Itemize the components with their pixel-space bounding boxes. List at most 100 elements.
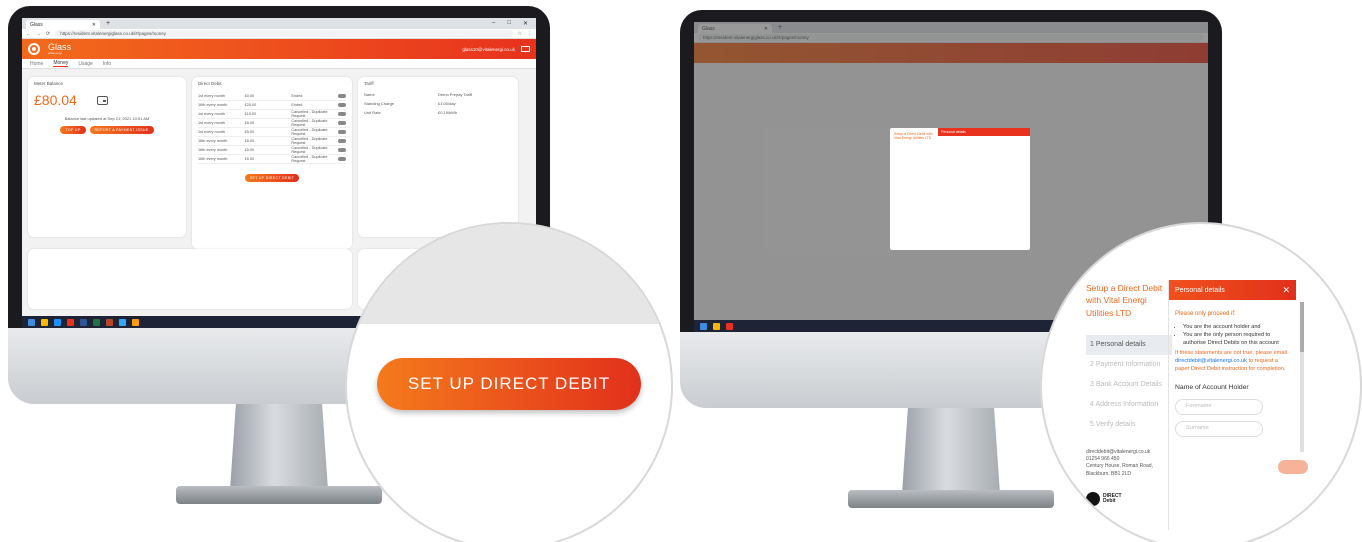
tariff-label: Standing Charge — [364, 101, 395, 106]
page-content: Meter Balance £80.04 Balance last update… — [22, 69, 536, 309]
condition-item: You are the account holder and — [1183, 324, 1290, 332]
dd-amount: £5.00 — [244, 148, 255, 152]
chrome-icon[interactable] — [67, 318, 74, 326]
brand-sub: vitalenergi — [48, 51, 62, 55]
report-payment-issue-button[interactable]: REPORT A PAYMENT ISSUE — [89, 126, 154, 134]
dd-modal-zoom: Setup a Direct Debit with Vital Energi U… — [1042, 224, 1360, 542]
surname-input[interactable]: Surname — [1175, 420, 1263, 437]
tariff-value: Demo Prepay Tariff — [438, 92, 473, 97]
tab-usage[interactable]: Usage — [78, 61, 92, 67]
step-address-information[interactable]: 4 Address Information — [1086, 395, 1172, 415]
dd-more-icon[interactable] — [338, 121, 347, 125]
tariff-table: Name Demo Prepay Tariff Standing Charge £1.… — [364, 92, 512, 119]
dd-more-icon[interactable] — [338, 103, 347, 107]
word-icon[interactable] — [80, 318, 87, 326]
minimize-icon[interactable]: – — [492, 20, 495, 27]
balance-buttons: TOP UP REPORT A PAYMENT ISSUE — [34, 126, 180, 134]
contact-address-2: Blackburn, BB1 2LD — [1086, 470, 1132, 477]
close-icon[interactable]: ✕ — [1282, 285, 1290, 296]
nav-tabs: Home Money Usage Info — [22, 59, 536, 69]
dd-more-icon[interactable] — [338, 139, 347, 143]
contact-email[interactable]: directdebit@vitalenergi.co.uk — [1086, 449, 1172, 456]
tab-home[interactable]: Home — [30, 61, 43, 67]
note-text-a: If these statements are not true, please… — [1175, 349, 1287, 356]
windows-start-icon[interactable] — [28, 318, 35, 326]
dd-contact: directdebit@vitalenergi.co.uk 01254 966 … — [1086, 449, 1172, 478]
wallet-icon — [96, 95, 108, 105]
dd-more-icon[interactable] — [338, 130, 347, 134]
paper-instruction-note: If these statements are not true, please… — [1175, 350, 1290, 373]
step-payment-information[interactable]: 2 Payment Information — [1086, 355, 1172, 375]
next-button[interactable] — [1278, 460, 1308, 474]
star-icon[interactable]: ☆ — [518, 31, 522, 37]
tariff-value: £0.19/kWh — [438, 110, 458, 115]
tab-title: Glass — [30, 21, 43, 28]
tab-money[interactable]: Money — [53, 60, 69, 67]
url-field[interactable]: https://resident.vitalenergiglass.co.uk/… — [55, 30, 513, 37]
tariff-label: Name — [364, 92, 375, 97]
setup-direct-debit-button-small[interactable]: SET UP DIRECT DEBIT — [244, 174, 300, 182]
back-icon[interactable]: ← — [26, 31, 31, 37]
direct-debit-row: 1st every month £0.00 Ended — [198, 92, 347, 101]
file-explorer-icon[interactable] — [41, 318, 48, 326]
reload-icon[interactable]: ⟳ — [46, 31, 50, 37]
tariff-row: Unit Rate £0.19/kWh — [364, 110, 512, 119]
maximize-icon[interactable]: □ — [507, 20, 511, 27]
close-window-icon[interactable]: ✕ — [523, 20, 528, 27]
edge-icon[interactable] — [54, 318, 61, 326]
chrome-icon[interactable] — [726, 322, 733, 330]
card-title: Tariff — [364, 81, 374, 86]
condition-item: You are the only person required to auth… — [1183, 332, 1290, 348]
step-bank-account-details[interactable]: 3 Bank Account Details — [1086, 375, 1172, 395]
glass-logo-icon — [28, 43, 40, 55]
direct-debit-row: 16th every month £5.00 Cancelled - Duplica… — [198, 155, 347, 164]
direct-debit-row: 16th every month £5.00 Cancelled - Duplica… — [198, 137, 347, 146]
user-email[interactable]: glass10@vitalenergi.co.uk — [462, 47, 515, 52]
usage-chart-card — [28, 249, 352, 309]
excel-icon[interactable] — [93, 318, 100, 326]
tariff-label: Unit Rate — [364, 110, 381, 115]
dd-more-icon[interactable] — [338, 94, 347, 98]
monitor-foot — [176, 486, 382, 504]
tab-info[interactable]: Info — [103, 61, 111, 67]
mail-icon[interactable] — [521, 46, 530, 52]
setup-direct-debit-button[interactable]: SET UP DIRECT DEBIT — [377, 358, 641, 410]
powerpoint-icon[interactable] — [106, 318, 113, 326]
form-scrollbar[interactable] — [1300, 302, 1304, 452]
dd-amount: £25.00 — [244, 103, 257, 107]
dd-steps-panel: Setup a Direct Debit with Vital Energi U… — [1086, 282, 1172, 506]
top-up-button[interactable]: TOP UP — [60, 126, 86, 134]
dd-more-icon[interactable] — [338, 148, 347, 152]
step-personal-details[interactable]: 1 Personal details — [1086, 334, 1172, 355]
dd-status: Cancelled - Duplicate Request — [291, 146, 328, 154]
address-bar-icons: ☆ ⋮ — [518, 31, 532, 37]
account-holder-label: Name of Account Holder — [1175, 384, 1249, 392]
dd-more-icon[interactable] — [338, 157, 347, 161]
menu-dots-icon[interactable]: ⋮ — [527, 31, 532, 37]
tab-close-icon[interactable]: ✕ — [92, 22, 96, 28]
photoshop-icon[interactable] — [119, 318, 126, 326]
forename-input[interactable]: Forename — [1175, 398, 1263, 415]
browser-tab[interactable]: Glass ✕ — [26, 20, 100, 29]
balance-updated: Balance last updated at Sep 21, 2021 10:… — [64, 116, 150, 121]
dd-status: Ended — [291, 94, 303, 98]
dd-schedule: 1st every month — [198, 112, 226, 116]
new-tab-icon[interactable]: + — [106, 20, 110, 27]
tariff-row: Name Demo Prepay Tariff — [364, 92, 512, 101]
dd-status: Ended — [291, 103, 303, 107]
direct-debit-row: 1st every month £5.00 Cancelled - Duplicat… — [198, 128, 347, 137]
file-explorer-icon[interactable] — [713, 322, 720, 330]
dd-amount: £0.00 — [244, 94, 255, 98]
windows-start-icon[interactable] — [700, 322, 707, 330]
direct-debit-row: 16th every month £25.00 Ended — [198, 101, 347, 110]
step-verify-details[interactable]: 5 Verify details — [1086, 415, 1172, 435]
modal-side: Setup a Direct Debit with Vital Energi U… — [894, 132, 933, 140]
address-bar: ← → ⟳ https://resident.vitalenergiglass.… — [22, 29, 536, 39]
direct-debit-row: 1st every month £10.00 Cancelled - Duplica… — [198, 110, 347, 119]
illustrator-icon[interactable] — [132, 318, 139, 326]
dd-more-icon[interactable] — [338, 112, 347, 116]
note-email-link[interactable]: directdebit@vitalenergi.co.uk — [1175, 358, 1247, 364]
direct-debit-table: 1st every month £0.00 Ended 16th every mont… — [198, 92, 347, 164]
forward-icon[interactable]: → — [36, 31, 41, 37]
app-header: Glass vitalenergi glass10@vitalenergi.co… — [22, 39, 536, 59]
